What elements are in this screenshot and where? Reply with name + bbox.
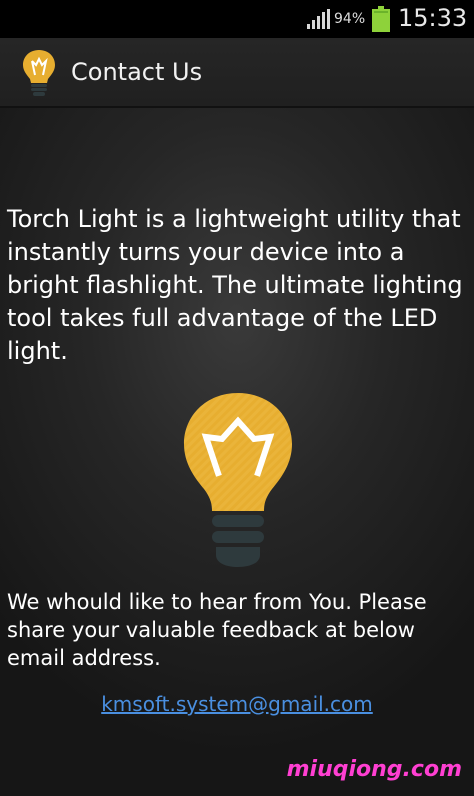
battery-icon [372,6,390,32]
status-bar: 94% 15:33 [0,0,474,38]
email-link[interactable]: kmsoft.system@gmail.com [0,690,474,718]
page-title: Contact Us [71,58,203,86]
lightbulb-illustration [184,393,292,567]
action-bar: Contact Us [0,38,474,108]
status-clock: 15:33 [398,4,468,32]
signal-icon [307,9,330,29]
lightbulb-icon[interactable] [22,49,56,97]
feedback-text: We whould like to hear from You. Please … [7,590,427,670]
app-description: Torch Light is a lightweight utility tha… [7,205,463,365]
watermark: miuqiong.com [286,757,462,782]
battery-percent: 94% [334,11,366,27]
